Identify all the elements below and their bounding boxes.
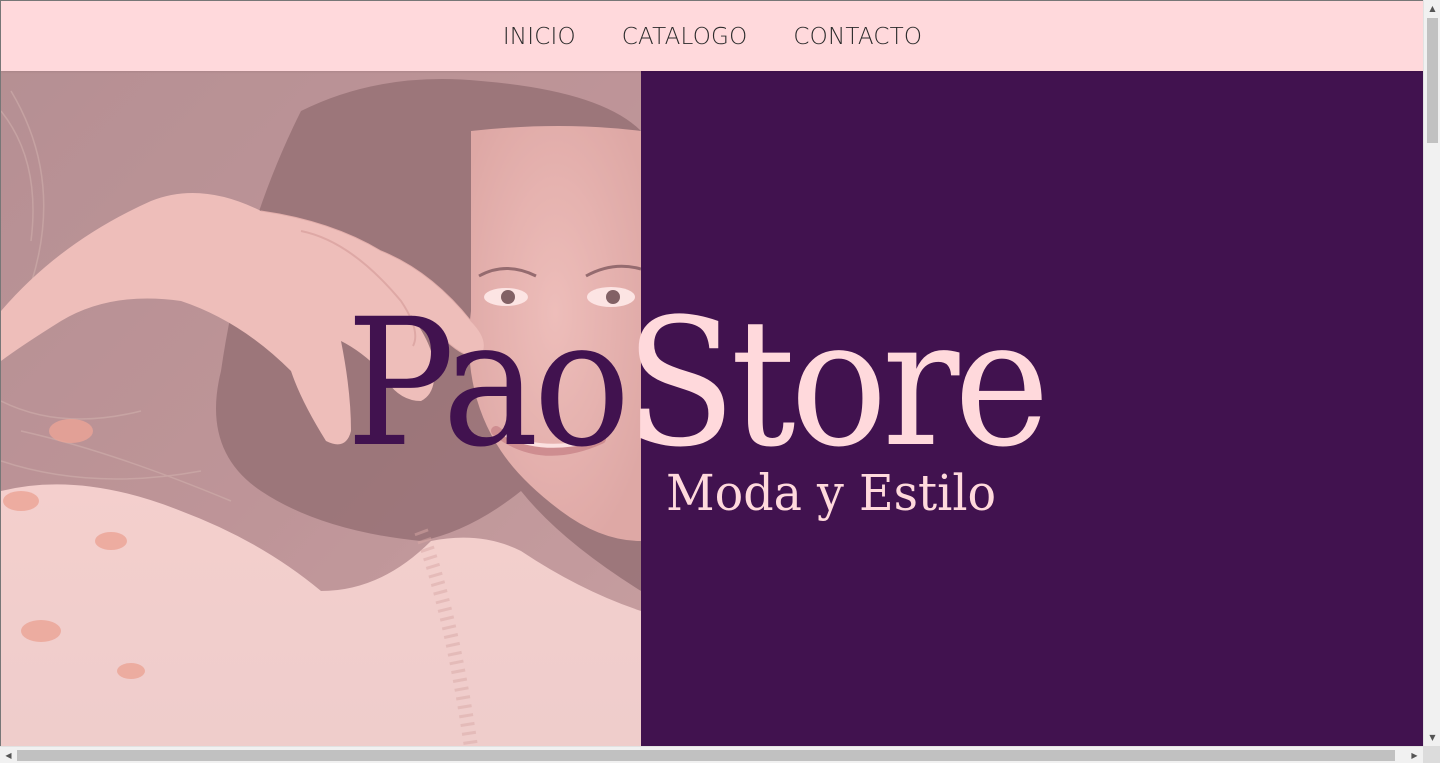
nav-link-inicio[interactable]: INICIO [503,22,576,50]
page-viewport: INICIO CATALOGO CONTACTO PaoStore Moda y… [0,0,1423,746]
nav-link-contacto[interactable]: CONTACTO [793,22,922,50]
scroll-right-icon[interactable]: ▶ [1406,747,1423,764]
vertical-scrollbar[interactable]: ▲ ▼ [1423,0,1440,746]
brand-tagline: Moda y Estilo [666,464,997,522]
scroll-up-icon[interactable]: ▲ [1424,0,1440,17]
scrollbar-corner [1423,746,1440,763]
top-navigation-bar: INICIO CATALOGO CONTACTO [1,1,1423,71]
brand-title-pao: Pao [346,281,631,486]
scroll-left-icon[interactable]: ◀ [0,747,17,764]
horizontal-scrollbar[interactable]: ◀ ▶ [0,746,1423,763]
hero-section: PaoStore Moda y Estilo [1,71,1423,746]
brand-title: PaoStore [346,296,1050,472]
vertical-scroll-thumb[interactable] [1427,18,1438,143]
brand-title-store: Store [625,281,1050,486]
horizontal-scroll-thumb[interactable] [17,750,1395,761]
scroll-down-icon[interactable]: ▼ [1424,729,1440,746]
nav-link-catalogo[interactable]: CATALOGO [622,22,748,50]
